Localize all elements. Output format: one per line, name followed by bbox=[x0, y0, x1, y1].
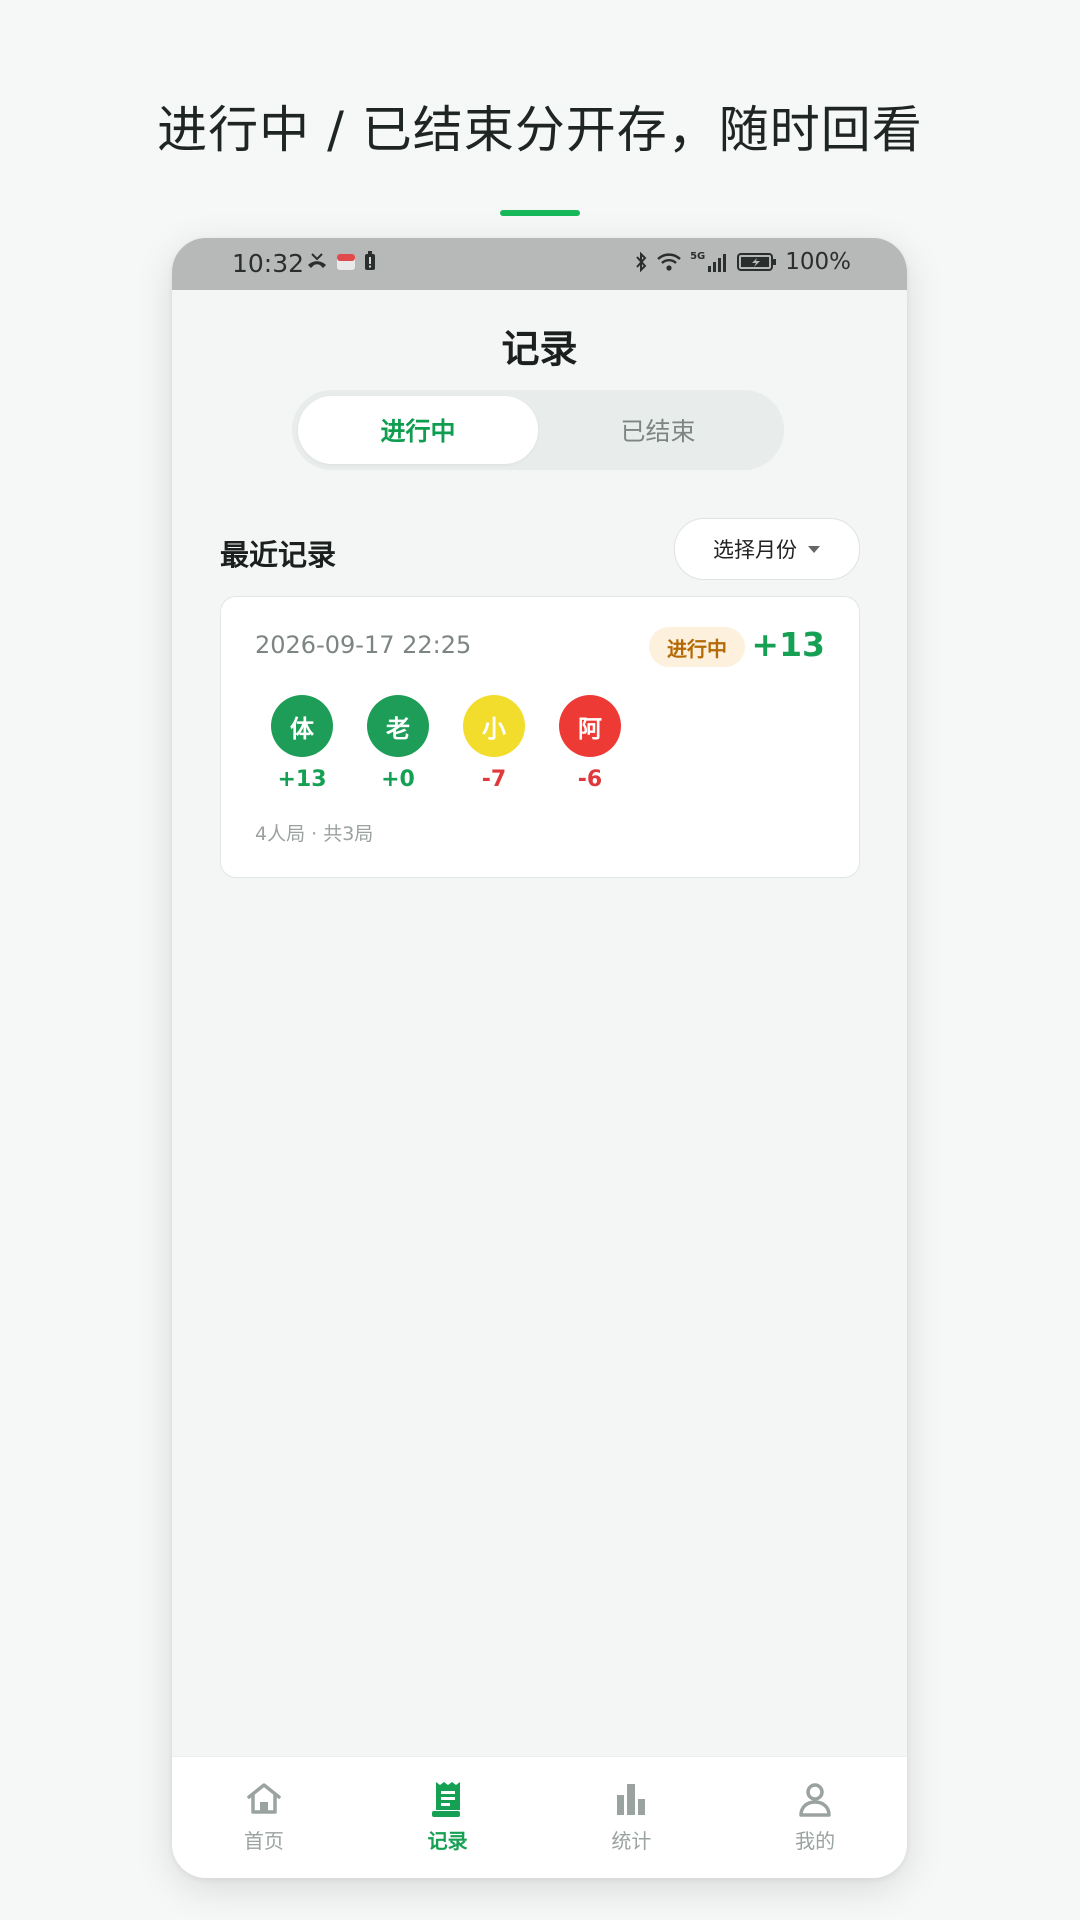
signal-icon bbox=[708, 254, 727, 272]
player-score: +13 bbox=[277, 767, 327, 792]
phone-frame: 10:32 5G 100% 记录 进行中 已结束 最近记录 选择月份 2026-… bbox=[172, 238, 907, 1878]
app-notification-icon bbox=[337, 254, 355, 270]
battery-charging-icon bbox=[737, 253, 777, 271]
record-card[interactable]: 2026-09-17 22:25 进行中 +13 体 +13 老 +0 小 -7… bbox=[220, 596, 860, 878]
status-left-icons bbox=[306, 250, 376, 272]
bluetooth-icon bbox=[636, 251, 647, 273]
player-score: -6 bbox=[577, 767, 603, 792]
person-icon bbox=[799, 1783, 831, 1817]
avatar: 阿 bbox=[559, 695, 621, 757]
player-item: 体 +13 bbox=[271, 695, 333, 792]
battery-alert-icon bbox=[365, 251, 375, 270]
tab-records[interactable]: 记录 bbox=[356, 1757, 540, 1878]
tab-in-progress[interactable]: 进行中 bbox=[298, 396, 538, 464]
player-score: -7 bbox=[481, 767, 507, 792]
tab-label: 我的 bbox=[795, 1829, 836, 1853]
status-right: 5G 100% bbox=[634, 249, 851, 275]
status-time: 10:32 bbox=[232, 249, 305, 278]
tab-label: 记录 bbox=[427, 1829, 468, 1853]
tab-label: 统计 bbox=[611, 1829, 652, 1853]
avatar: 老 bbox=[367, 695, 429, 757]
page-title: 记录 bbox=[501, 327, 578, 371]
tab-finished[interactable]: 已结束 bbox=[538, 396, 778, 464]
month-select-label: 选择月份 bbox=[713, 538, 797, 562]
record-meta: 4人局 · 共3局 bbox=[255, 823, 374, 845]
bar-chart-icon bbox=[617, 1784, 646, 1815]
record-date: 2026-09-17 22:25 bbox=[255, 631, 472, 659]
record-total-score: +13 bbox=[751, 625, 825, 664]
caret-down-icon bbox=[808, 546, 820, 553]
player-item: 阿 -6 bbox=[559, 695, 621, 792]
player-score: +0 bbox=[381, 767, 415, 792]
tab-statistics[interactable]: 统计 bbox=[540, 1757, 724, 1878]
missed-call-icon bbox=[308, 253, 326, 268]
avatar: 小 bbox=[463, 695, 525, 757]
bottom-tab-bar: 首页 记录 统计 我的 bbox=[172, 1756, 907, 1878]
accent-divider bbox=[500, 210, 580, 216]
avatar: 体 bbox=[271, 695, 333, 757]
tab-profile[interactable]: 我的 bbox=[723, 1757, 907, 1878]
home-icon bbox=[247, 1783, 281, 1814]
tab-label: 首页 bbox=[243, 1829, 284, 1853]
player-list: 体 +13 老 +0 小 -7 阿 -6 bbox=[271, 695, 621, 792]
page-headline: 进行中 / 已结束分开存，随时回看 bbox=[157, 101, 923, 159]
status-bar: 10:32 5G 100% bbox=[172, 238, 907, 290]
status-badge: 进行中 bbox=[649, 627, 745, 667]
section-title: 最近记录 bbox=[220, 538, 337, 572]
battery-percent: 100% bbox=[785, 249, 851, 275]
network-type-label: 5G bbox=[690, 250, 706, 262]
month-select-dropdown[interactable]: 选择月份 bbox=[674, 518, 860, 580]
receipt-icon bbox=[431, 1782, 460, 1817]
status-segmented-control: 进行中 已结束 bbox=[292, 390, 784, 470]
player-item: 小 -7 bbox=[463, 695, 525, 792]
wifi-icon bbox=[657, 253, 681, 271]
player-item: 老 +0 bbox=[367, 695, 429, 792]
tab-home[interactable]: 首页 bbox=[172, 1757, 356, 1878]
